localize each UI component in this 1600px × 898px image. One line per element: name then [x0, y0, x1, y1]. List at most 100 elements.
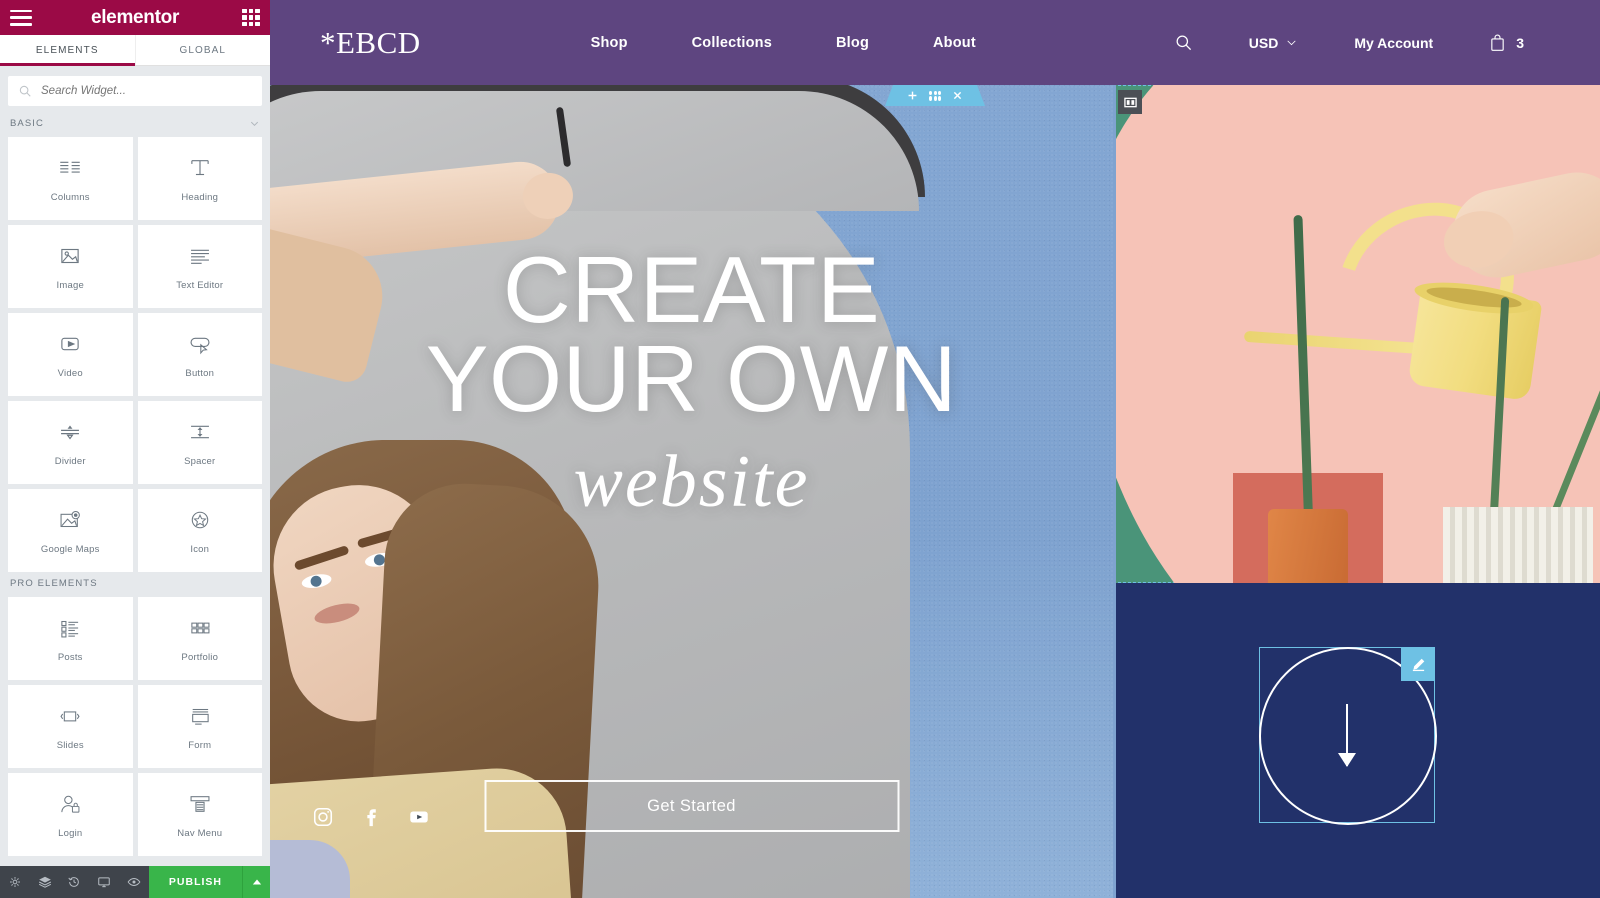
settings-button[interactable]: [0, 866, 30, 898]
widget-portfolio[interactable]: Portfolio: [137, 597, 262, 680]
eye-icon: [127, 878, 141, 886]
header-search-button[interactable]: [1146, 33, 1221, 52]
scroll-down-widget[interactable]: [1259, 647, 1437, 825]
widget-image[interactable]: Image: [8, 225, 133, 308]
search-icon: [19, 85, 31, 97]
responsive-mode-button[interactable]: [89, 866, 119, 898]
search-input[interactable]: [41, 85, 252, 97]
widget-login[interactable]: Login: [8, 773, 133, 856]
editor-footer-bar: PUBLISH: [0, 866, 270, 898]
portfolio-grid-icon: [191, 622, 210, 633]
currency-selector[interactable]: USD: [1221, 35, 1327, 51]
widget-panel: elementor ELEMENTS GLOBAL BASIC: [0, 0, 270, 898]
widget-label: Nav Menu: [177, 827, 223, 839]
currency-label: USD: [1248, 34, 1279, 51]
form-icon: [191, 708, 209, 725]
caret-up-icon: [252, 879, 261, 885]
video-play-icon: [61, 337, 79, 350]
widget-label: Form: [188, 739, 212, 751]
scroll-section: [1113, 583, 1600, 898]
column-handle[interactable]: [1118, 90, 1142, 114]
widget-slides[interactable]: Slides: [8, 685, 133, 768]
widget-divider[interactable]: Divider: [8, 401, 133, 484]
publish-button[interactable]: PUBLISH: [148, 866, 242, 898]
widget-label: Image: [56, 279, 84, 291]
cart-button[interactable]: 3: [1461, 33, 1552, 52]
widget-edit-badge[interactable]: [1401, 647, 1435, 681]
widget-spacer[interactable]: Spacer: [137, 401, 262, 484]
tab-global[interactable]: GLOBAL: [134, 35, 270, 65]
widget-label: Columns: [50, 191, 90, 203]
tab-elements[interactable]: ELEMENTS: [0, 35, 135, 66]
widget-label: Spacer: [184, 455, 216, 467]
widget-label: Text Editor: [176, 279, 224, 291]
widget-google-maps[interactable]: Google Maps: [8, 489, 133, 572]
widget-heading[interactable]: Heading: [137, 137, 262, 220]
right-column: [1113, 85, 1600, 898]
widget-label: Button: [185, 367, 215, 379]
slides-icon: [60, 710, 80, 721]
plus-icon[interactable]: [907, 90, 918, 101]
header-utilities: USD My Account 3: [1146, 33, 1552, 52]
widget-video[interactable]: Video: [8, 313, 133, 396]
widget-columns[interactable]: Columns: [8, 137, 133, 220]
widget-form[interactable]: Form: [137, 685, 262, 768]
section-handle-toolbar[interactable]: [885, 85, 985, 106]
history-clock-icon: [68, 877, 80, 887]
basic-widget-grid: Columns Heading Image Text Editor Video …: [0, 137, 270, 572]
main-navigation: Shop Collections Blog About: [559, 35, 1008, 51]
pencil-icon: [1412, 658, 1424, 671]
nav-link-about[interactable]: About: [901, 35, 1008, 51]
columns-icon: [60, 161, 80, 173]
illustration-section[interactable]: [1113, 85, 1600, 583]
site-logo[interactable]: *EBCD: [320, 25, 421, 61]
map-pin-icon: [60, 510, 81, 527]
widget-button[interactable]: Button: [137, 313, 262, 396]
instagram-icon[interactable]: [312, 806, 334, 828]
youtube-icon[interactable]: [408, 806, 430, 828]
widget-icon[interactable]: Icon: [137, 489, 262, 572]
section-label: PRO ELEMENTS: [10, 578, 98, 589]
gear-icon: [9, 877, 20, 887]
hamburger-icon[interactable]: [10, 9, 32, 26]
posts-list-icon: [61, 620, 79, 637]
button-cursor-icon: [190, 337, 210, 354]
section-title-basic[interactable]: BASIC: [0, 112, 270, 137]
widget-label: Posts: [57, 651, 83, 663]
nav-link-blog[interactable]: Blog: [804, 35, 901, 51]
section-title-pro-elements[interactable]: PRO ELEMENTS: [0, 572, 270, 597]
widget-label: Heading: [181, 191, 219, 203]
my-account-link[interactable]: My Account: [1326, 35, 1461, 51]
widget-text-editor[interactable]: Text Editor: [137, 225, 262, 308]
search-widget-container: [0, 66, 270, 112]
drag-dots-icon[interactable]: [929, 90, 941, 101]
widget-label: Portfolio: [181, 651, 219, 663]
nav-link-shop[interactable]: Shop: [559, 35, 660, 51]
widget-label: Google Maps: [40, 543, 100, 555]
login-user-lock-icon: [61, 795, 80, 813]
arrow-down-icon: [1346, 704, 1348, 766]
publish-options-button[interactable]: [242, 866, 270, 898]
search-widget-box[interactable]: [8, 76, 262, 106]
preview-canvas: *EBCD Shop Collections Blog About USD My…: [270, 0, 1600, 898]
widget-posts[interactable]: Posts: [8, 597, 133, 680]
grid-apps-icon[interactable]: [242, 8, 260, 27]
preview-button[interactable]: [119, 866, 149, 898]
navigator-button[interactable]: [30, 866, 60, 898]
widget-label: Login: [58, 827, 83, 839]
history-button[interactable]: [60, 866, 90, 898]
chevron-down-icon: [1287, 40, 1296, 46]
close-x-icon[interactable]: [952, 90, 963, 101]
panel-header: elementor: [0, 0, 270, 35]
model-eye-left: [300, 572, 333, 591]
spacer-icon: [190, 425, 209, 438]
hero-cta-button[interactable]: Get Started: [484, 780, 899, 832]
star-circle-icon: [191, 511, 208, 528]
image-icon: [61, 248, 79, 263]
widget-nav-menu[interactable]: Nav Menu: [137, 773, 262, 856]
elementor-editor-window: elementor ELEMENTS GLOBAL BASIC: [0, 0, 1600, 898]
widget-label: Divider: [54, 455, 86, 467]
text-lines-icon: [190, 249, 209, 264]
facebook-icon[interactable]: [360, 806, 382, 828]
nav-link-collections[interactable]: Collections: [660, 35, 804, 51]
